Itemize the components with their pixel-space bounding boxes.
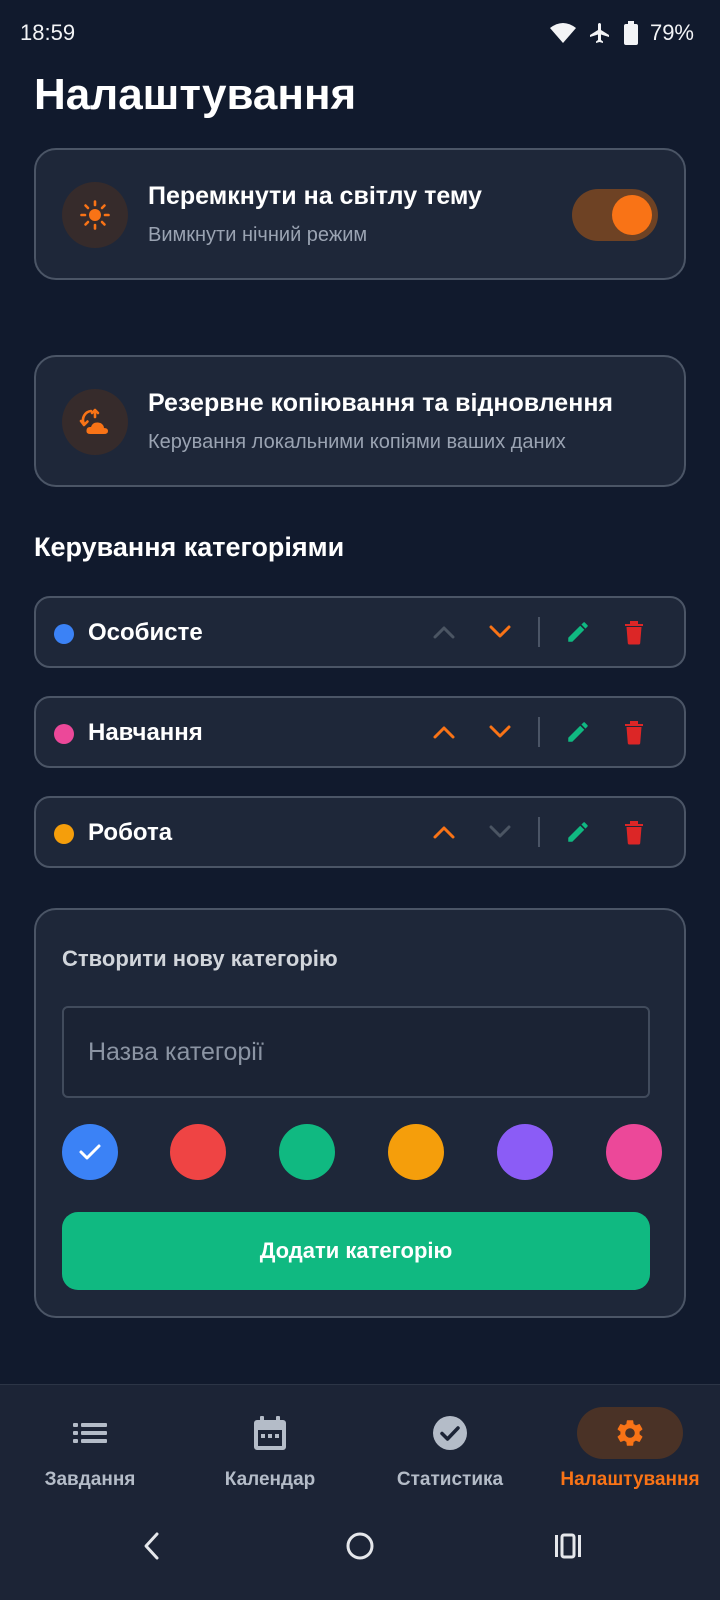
- backup-restore-card[interactable]: Резервне копіювання та відновлення Керув…: [34, 355, 686, 487]
- calendar-icon: [217, 1407, 323, 1459]
- theme-toggle-switch[interactable]: [572, 189, 658, 241]
- check-icon: [79, 1144, 101, 1160]
- theme-toggle-card[interactable]: Перемкнути на світлу тему Вимкнути нічни…: [34, 148, 686, 280]
- category-row: Навчання: [34, 696, 686, 768]
- wifi-icon: [549, 23, 576, 43]
- theme-card-subtitle: Вимкнути нічний режим: [148, 224, 368, 246]
- settings-screen: 18:59 79% Налаштування Перемкнути на сві…: [0, 0, 720, 1600]
- delete-category-button[interactable]: [606, 604, 662, 660]
- status-bar: 18:59 79%: [0, 0, 720, 70]
- nav-item-settings[interactable]: Налаштування: [540, 1385, 720, 1495]
- backup-restore-icon: [62, 389, 128, 455]
- color-swatch-amber[interactable]: [388, 1124, 444, 1180]
- toggle-knob: [612, 195, 652, 235]
- create-category-card: Створити нову категорію Додати категорію: [34, 908, 686, 1318]
- divider: [538, 817, 540, 847]
- list-icon: [37, 1407, 143, 1459]
- category-name: Навчання: [88, 719, 203, 746]
- move-down-button[interactable]: [472, 604, 528, 660]
- back-icon[interactable]: [122, 1516, 182, 1576]
- recent-apps-icon[interactable]: [538, 1516, 598, 1576]
- gear-icon: [577, 1407, 683, 1459]
- sun-icon: [62, 182, 128, 248]
- category-row: Робота: [34, 796, 686, 868]
- theme-card-title: Перемкнути на світлу тему: [148, 182, 482, 210]
- nav-label: Календар: [224, 1469, 316, 1490]
- bottom-navigation: Завдання Календар Статистика Налаштуванн…: [0, 1384, 720, 1494]
- category-color-dot: [54, 724, 74, 744]
- nav-item-calendar[interactable]: Календар: [180, 1385, 360, 1495]
- delete-category-button[interactable]: [606, 804, 662, 860]
- create-category-title: Створити нову категорію: [62, 946, 338, 971]
- battery-icon: [623, 21, 638, 45]
- category-name: Робота: [88, 819, 173, 846]
- page-title: Налаштування: [34, 70, 357, 119]
- backup-card-subtitle: Керування локальними копіями ваших даних: [148, 431, 566, 453]
- airplane-icon: [588, 21, 612, 45]
- battery-percent: 79%: [649, 20, 694, 45]
- color-swatch-purple[interactable]: [497, 1124, 553, 1180]
- color-swatch-pink[interactable]: [606, 1124, 662, 1180]
- status-icons: 79%: [549, 20, 694, 46]
- categories-section-title: Керування категоріями: [34, 532, 345, 562]
- category-color-dot: [54, 624, 74, 644]
- move-down-button[interactable]: [472, 704, 528, 760]
- nav-item-statistics[interactable]: Статистика: [360, 1385, 540, 1495]
- color-picker: [62, 1124, 662, 1180]
- color-swatch-blue[interactable]: [62, 1124, 118, 1180]
- category-actions: [416, 698, 662, 766]
- move-down-button[interactable]: [472, 804, 528, 860]
- nav-item-tasks[interactable]: Завдання: [0, 1385, 180, 1495]
- edit-category-button[interactable]: [550, 604, 606, 660]
- edit-category-button[interactable]: [550, 804, 606, 860]
- edit-category-button[interactable]: [550, 704, 606, 760]
- delete-category-button[interactable]: [606, 704, 662, 760]
- move-up-button[interactable]: [416, 804, 472, 860]
- home-icon[interactable]: [330, 1516, 390, 1576]
- color-swatch-red[interactable]: [170, 1124, 226, 1180]
- check-circle-icon: [397, 1407, 503, 1459]
- move-up-button[interactable]: [416, 604, 472, 660]
- category-actions: [416, 598, 662, 666]
- nav-label: Налаштування: [560, 1469, 700, 1490]
- nav-label: Завдання: [44, 1469, 136, 1490]
- divider: [538, 617, 540, 647]
- category-name-input[interactable]: [62, 1006, 650, 1098]
- move-up-button[interactable]: [416, 704, 472, 760]
- category-name: Особисте: [88, 619, 203, 646]
- divider: [538, 717, 540, 747]
- system-navigation-bar: [0, 1494, 720, 1600]
- category-color-dot: [54, 824, 74, 844]
- nav-label: Статистика: [396, 1469, 504, 1490]
- category-actions: [416, 798, 662, 866]
- backup-card-title: Резервне копіювання та відновлення: [148, 389, 614, 417]
- category-row: Особисте: [34, 596, 686, 668]
- color-swatch-green[interactable]: [279, 1124, 335, 1180]
- status-time: 18:59: [20, 20, 76, 45]
- add-category-button[interactable]: Додати категорію: [62, 1212, 650, 1290]
